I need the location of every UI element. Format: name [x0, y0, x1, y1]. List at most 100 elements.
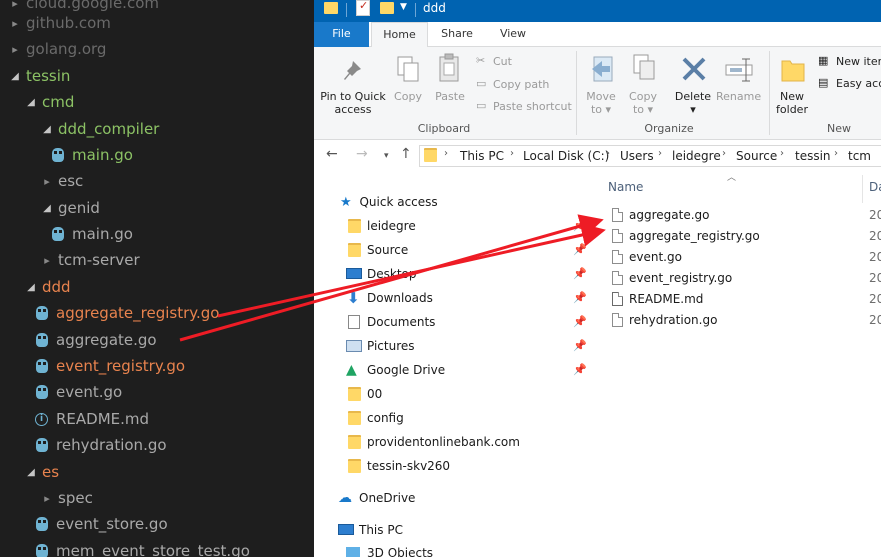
tree-item[interactable]: aggregate.go: [0, 327, 314, 353]
download-icon: ⬇: [347, 289, 360, 307]
nav-this-pc[interactable]: This PC: [338, 518, 403, 542]
file-row[interactable]: rehydration.go: [610, 310, 717, 331]
paste-button[interactable]: Paste: [432, 90, 468, 103]
nav-item-documents[interactable]: Documents 📌: [346, 310, 598, 334]
go-file-icon: [36, 333, 48, 347]
tab-file[interactable]: File: [314, 22, 369, 47]
tree-item[interactable]: ▸ spec: [0, 485, 314, 511]
tree-item[interactable]: aggregate_registry.go: [0, 300, 314, 326]
tree-item[interactable]: ▸ tcm-server: [0, 247, 314, 273]
nav-item-pictures[interactable]: Pictures 📌: [346, 334, 598, 358]
new-folder-button[interactable]: New folder: [772, 90, 812, 116]
back-arrow-icon[interactable]: ←: [326, 146, 338, 162]
tree-item[interactable]: event.go: [0, 379, 314, 405]
copy-button[interactable]: Copy: [392, 90, 424, 103]
tree-item[interactable]: ◢ cmd: [0, 89, 314, 115]
new-folder-icon: [781, 60, 805, 82]
tree-item[interactable]: ◢ genid: [0, 195, 314, 221]
tree-item[interactable]: event_store.go: [0, 511, 314, 537]
tree-item[interactable]: ◢ tessin: [0, 63, 314, 89]
move-to-button[interactable]: Move to ▾: [584, 90, 618, 116]
chevron-down-icon: ◢: [43, 202, 51, 214]
easy-access-button[interactable]: Easy acce: [836, 77, 881, 90]
nav-item-desktop[interactable]: Desktop 📌: [346, 262, 598, 286]
breadcrumb-tessin[interactable]: tessin: [795, 149, 831, 163]
file-row[interactable]: aggregate_registry.go: [610, 226, 760, 247]
tab-home[interactable]: Home: [371, 22, 428, 48]
nav-3d-objects[interactable]: 3D Objects: [346, 541, 433, 557]
forward-arrow-icon[interactable]: →: [356, 146, 368, 162]
properties-icon[interactable]: [356, 0, 370, 16]
tree-item[interactable]: i README.md: [0, 406, 314, 432]
new-item-button[interactable]: New item: [836, 55, 881, 68]
chevron-right-icon: ›: [780, 148, 784, 159]
divider: [346, 3, 347, 17]
nav-onedrive[interactable]: ☁ OneDrive: [338, 486, 415, 510]
breadcrumb-users[interactable]: Users: [620, 149, 654, 163]
file-row[interactable]: event_registry.go: [610, 268, 732, 289]
folder-icon: [324, 2, 338, 14]
divider: [862, 175, 863, 203]
rename-button[interactable]: Rename: [716, 90, 761, 103]
breadcrumb-source[interactable]: Source: [736, 149, 777, 163]
tree-item[interactable]: ▸ golang.org: [0, 36, 314, 62]
paste-shortcut-button[interactable]: Paste shortcut: [493, 100, 572, 113]
tree-item[interactable]: ▸ github.com: [0, 10, 314, 36]
column-header-date[interactable]: Da: [869, 180, 881, 194]
tree-item[interactable]: ◢ ddd: [0, 274, 314, 300]
chevron-down-icon: ◢: [27, 281, 35, 293]
tree-item[interactable]: main.go: [0, 142, 314, 168]
chevron-down-icon: ◢: [27, 96, 35, 108]
tree-item[interactable]: ▸ esc: [0, 168, 314, 194]
divider: [576, 51, 577, 135]
breadcrumb-local-disk[interactable]: Local Disk (C:): [523, 149, 609, 163]
tree-item[interactable]: ◢ es: [0, 459, 314, 485]
up-arrow-icon[interactable]: ↑: [400, 146, 412, 162]
breadcrumb-leidegre[interactable]: leidegre: [672, 149, 721, 163]
file-icon: [612, 313, 623, 327]
tab-view[interactable]: View: [488, 22, 538, 47]
nav-quick-access[interactable]: ★ Quick access: [340, 190, 438, 214]
delete-button[interactable]: Delete ▾: [674, 90, 712, 116]
nav-item-source[interactable]: Source 📌: [348, 238, 598, 262]
file-row[interactable]: event.go: [610, 247, 682, 268]
file-row[interactable]: README.md: [610, 289, 703, 310]
ribbon-tabs: File Home Share View: [314, 22, 881, 48]
pin-icon: 📌: [573, 267, 587, 280]
tree-item[interactable]: ◢ ddd_compiler: [0, 116, 314, 142]
breadcrumb-this-pc[interactable]: This PC: [460, 149, 504, 163]
new-folder-icon[interactable]: [380, 2, 394, 14]
nav-item-leidegre[interactable]: leidegre 📌: [348, 214, 598, 238]
tree-item[interactable]: event_registry.go: [0, 353, 314, 379]
cut-button[interactable]: Cut: [493, 55, 512, 68]
file-row[interactable]: aggregate.go: [610, 205, 709, 226]
pin-to-quick-access-button[interactable]: Pin to Quick access: [318, 90, 388, 116]
group-new-label: New: [827, 122, 851, 135]
customize-toolbar-icon[interactable]: ▼: [400, 2, 407, 12]
nav-item-config[interactable]: config: [348, 406, 404, 430]
chevron-down-icon: ◢: [43, 123, 51, 135]
breadcrumb-tcm[interactable]: tcm: [848, 149, 871, 163]
nav-item-00[interactable]: 00: [348, 382, 382, 406]
nav-item-downloads[interactable]: ⬇ Downloads 📌: [346, 286, 598, 310]
easy-access-icon: ▤: [818, 76, 829, 89]
chevron-down-icon: ◢: [11, 70, 19, 82]
column-header-name[interactable]: Name: [608, 180, 643, 194]
tree-item[interactable]: main.go: [0, 221, 314, 247]
title-bar: ▼ ddd: [314, 0, 881, 22]
desktop-icon: [346, 268, 362, 279]
scissors-icon: ✂: [476, 54, 486, 67]
nav-item-tessin-skv260[interactable]: tessin-skv260: [348, 454, 450, 478]
tree-item[interactable]: mem_event_store_test.go: [0, 538, 314, 557]
nav-item-google-drive[interactable]: ▲ Google Drive 📌: [346, 358, 598, 382]
nav-item-providentonlinebank[interactable]: providentonlinebank.com: [348, 430, 520, 454]
google-drive-icon: ▲: [346, 362, 357, 378]
chevron-right-icon: ▸: [12, 16, 18, 30]
date-cell: 20: [869, 250, 881, 264]
chevron-down-icon[interactable]: ▾: [384, 151, 389, 161]
copy-path-button[interactable]: Copy path: [493, 78, 549, 91]
tree-item[interactable]: rehydration.go: [0, 432, 314, 458]
copy-to-button[interactable]: Copy to ▾: [626, 90, 660, 116]
delete-icon: [682, 57, 706, 81]
tab-share[interactable]: Share: [432, 22, 482, 47]
